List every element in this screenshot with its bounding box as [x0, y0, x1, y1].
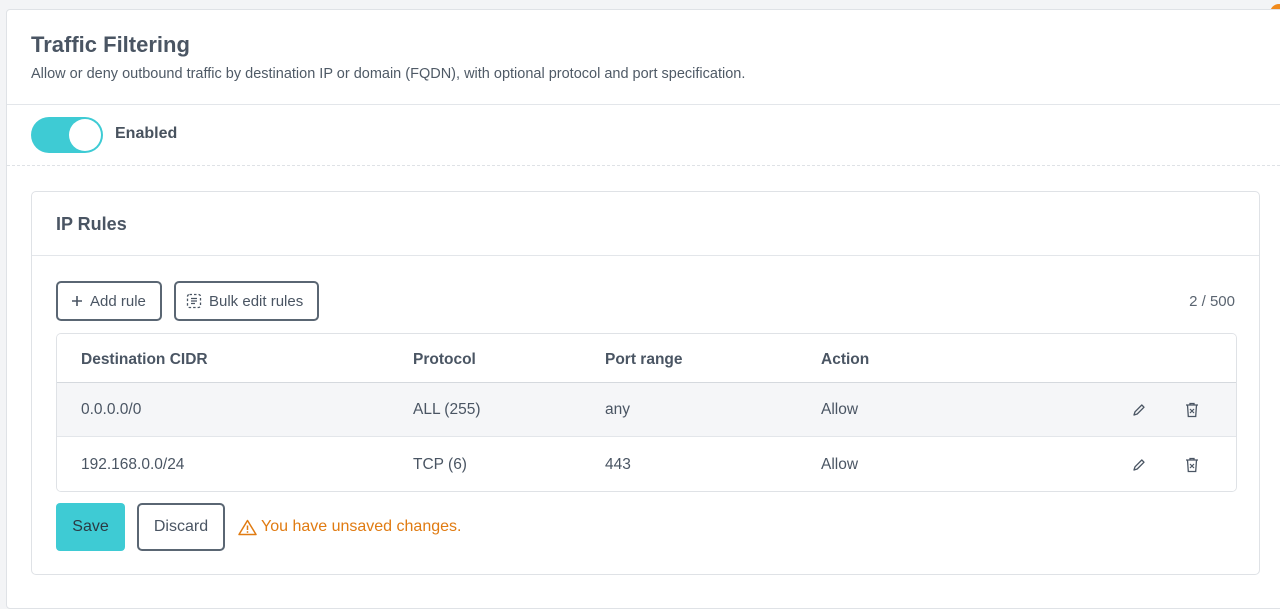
cell-action: Allow — [821, 401, 859, 418]
column-destination-cidr: Destination CIDR — [81, 351, 208, 368]
column-port-range: Port range — [605, 351, 683, 368]
cell-port: 443 — [605, 456, 631, 473]
pencil-icon — [1133, 459, 1145, 471]
trash-icon — [1186, 457, 1198, 473]
page-title: Traffic Filtering — [31, 32, 190, 57]
add-rule-button[interactable]: Add rule — [56, 281, 162, 321]
bulk-edit-label: Bulk edit rules — [209, 292, 304, 310]
ip-rules-card: IP Rules Add rule Bulk edit rules 2 / 50… — [31, 191, 1260, 575]
unsaved-warning: You have unsaved changes. — [238, 518, 461, 536]
trash-icon — [1186, 402, 1198, 418]
toggle-label: Enabled — [115, 125, 178, 142]
cell-action: Allow — [821, 456, 859, 473]
column-protocol: Protocol — [413, 351, 476, 368]
bulk-edit-rules-button[interactable]: Bulk edit rules — [174, 281, 319, 321]
page-subtitle: Allow or deny outbound traffic by destin… — [31, 66, 746, 82]
discard-button[interactable]: Discard — [137, 503, 225, 551]
edit-rule-button[interactable] — [1129, 455, 1149, 475]
table-header: Destination CIDR Protocol Port range Act… — [57, 334, 1236, 383]
ip-rules-header: IP Rules — [32, 192, 1259, 256]
bulk-edit-icon — [186, 293, 202, 309]
panel-header: Traffic Filtering Allow or deny outbound… — [7, 10, 1280, 105]
traffic-filtering-panel: Traffic Filtering Allow or deny outbound… — [6, 9, 1280, 609]
delete-rule-button[interactable] — [1182, 400, 1202, 420]
cell-cidr: 192.168.0.0/24 — [81, 456, 185, 473]
column-action: Action — [821, 351, 870, 368]
ip-rules-table: Destination CIDR Protocol Port range Act… — [56, 333, 1237, 492]
table-row: 192.168.0.0/24 TCP (6) 443 Allow — [57, 438, 1236, 491]
cell-protocol: ALL (255) — [413, 401, 481, 418]
enabled-toggle[interactable] — [31, 117, 103, 153]
toggle-knob — [69, 119, 101, 151]
unsaved-warning-text: You have unsaved changes. — [261, 518, 462, 535]
add-rule-label: Add rule — [90, 292, 146, 310]
cell-protocol: TCP (6) — [413, 456, 467, 473]
ip-rules-title: IP Rules — [56, 214, 127, 234]
rule-count: 2 / 500 — [1189, 293, 1235, 310]
delete-rule-button[interactable] — [1182, 455, 1202, 475]
plus-icon — [71, 295, 83, 307]
cell-port: any — [605, 401, 630, 418]
edit-rule-button[interactable] — [1129, 400, 1149, 420]
save-button[interactable]: Save — [56, 503, 125, 551]
enable-toggle-row: Enabled — [7, 106, 1280, 166]
warning-icon — [238, 519, 257, 536]
table-row: 0.0.0.0/0 ALL (255) any Allow — [57, 383, 1236, 437]
cell-cidr: 0.0.0.0/0 — [81, 401, 142, 418]
pencil-icon — [1133, 404, 1145, 416]
